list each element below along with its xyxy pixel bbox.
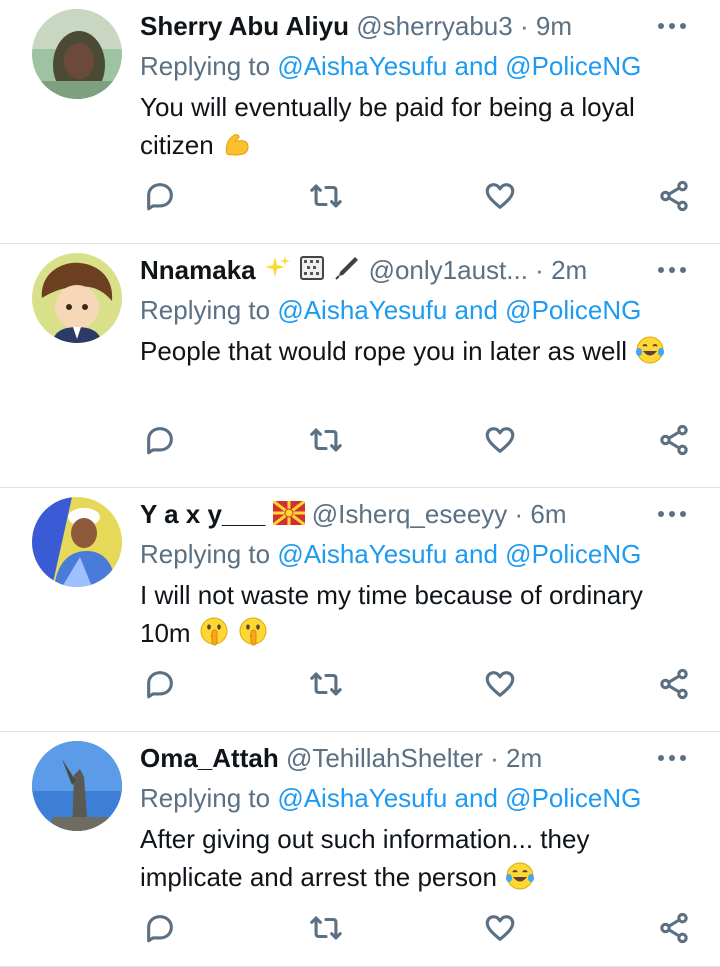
shushing-face-emoji-icon <box>200 617 228 646</box>
display-name[interactable]: Oma_Attah <box>140 743 279 773</box>
display-name[interactable]: Y a x y___ <box>140 499 265 529</box>
tweet-header: Y a x y___ @Isherq_eseeyy · 6m <box>140 496 630 532</box>
tweet[interactable]: Nnamaka @only1aust... · 2m Replying to @… <box>0 244 720 488</box>
mention-link[interactable]: @PoliceNG <box>505 51 641 81</box>
action-bar <box>140 176 692 216</box>
reply-feed: Sherry Abu Aliyu @sherryabu3 · 9m Replyi… <box>0 0 720 967</box>
like-heart-icon[interactable] <box>480 664 520 704</box>
mention-link[interactable]: @AishaYesufu <box>277 783 447 813</box>
tweet[interactable]: Sherry Abu Aliyu @sherryabu3 · 9m Replyi… <box>0 0 720 244</box>
tears-of-joy-emoji-icon <box>506 862 535 890</box>
mention-join[interactable]: and <box>455 295 498 325</box>
tweet-body: People that would rope you in later as w… <box>140 336 628 366</box>
user-handle[interactable]: @TehillahShelter <box>286 743 483 773</box>
tears-of-joy-emoji-icon <box>636 336 665 364</box>
separator-dot: · <box>514 499 524 529</box>
reply-icon[interactable] <box>140 664 180 704</box>
replying-label: Replying to <box>140 295 271 325</box>
replying-label: Replying to <box>140 539 271 569</box>
reply-icon[interactable] <box>140 908 180 948</box>
like-heart-icon[interactable] <box>480 176 520 216</box>
replying-label: Replying to <box>140 783 271 813</box>
avatar[interactable] <box>32 9 122 99</box>
more-options-icon[interactable] <box>656 742 688 774</box>
avatar[interactable] <box>32 497 122 587</box>
tweet-body: You will eventually be paid for being a … <box>140 92 635 160</box>
retweet-icon[interactable] <box>306 176 346 216</box>
pen-emoji-icon <box>333 254 361 288</box>
retweet-icon[interactable] <box>306 664 346 704</box>
user-handle[interactable]: @Isherq_eseeyy <box>312 499 508 529</box>
flexed-biceps-emoji-icon <box>225 134 249 156</box>
reply-icon[interactable] <box>140 420 180 460</box>
like-heart-icon[interactable] <box>480 908 520 948</box>
sparkles-emoji-icon <box>263 254 291 288</box>
action-bar <box>140 664 692 704</box>
tweet-header: Sherry Abu Aliyu @sherryabu3 · 9m <box>140 8 630 44</box>
mention-join[interactable]: and <box>455 539 498 569</box>
share-icon[interactable] <box>654 420 694 460</box>
timestamp[interactable]: 2m <box>551 255 587 285</box>
abacus-emoji-icon <box>298 254 326 288</box>
shushing-face-emoji-icon <box>239 617 267 646</box>
timestamp[interactable]: 6m <box>530 499 566 529</box>
tweet-header: Oma_Attah @TehillahShelter · 2m <box>140 740 630 776</box>
more-options-icon[interactable] <box>656 254 688 286</box>
timestamp[interactable]: 2m <box>506 743 542 773</box>
tweet[interactable]: Oma_Attah @TehillahShelter · 2m Replying… <box>0 732 720 967</box>
replying-to: Replying to @AishaYesufu and @PoliceNG <box>140 536 690 572</box>
mention-link[interactable]: @PoliceNG <box>505 295 641 325</box>
tweet-text: After giving out such information... the… <box>140 820 692 896</box>
avatar[interactable] <box>32 253 122 343</box>
mention-join[interactable]: and <box>455 783 498 813</box>
retweet-icon[interactable] <box>306 908 346 948</box>
share-icon[interactable] <box>654 908 694 948</box>
more-options-icon[interactable] <box>656 498 688 530</box>
display-name[interactable]: Nnamaka <box>140 255 256 285</box>
user-handle[interactable]: @sherryabu3 <box>356 11 512 41</box>
mention-link[interactable]: @AishaYesufu <box>277 539 447 569</box>
mention-join[interactable]: and <box>455 51 498 81</box>
timestamp[interactable]: 9m <box>536 11 572 41</box>
share-icon[interactable] <box>654 664 694 704</box>
mention-link[interactable]: @PoliceNG <box>505 539 641 569</box>
tweet-header: Nnamaka @only1aust... · 2m <box>140 252 630 288</box>
replying-to: Replying to @AishaYesufu and @PoliceNG <box>140 292 690 328</box>
replying-to: Replying to @AishaYesufu and @PoliceNG <box>140 780 690 816</box>
share-icon[interactable] <box>654 176 694 216</box>
more-options-icon[interactable] <box>656 10 688 42</box>
tweet-text: I will not waste my time because of ordi… <box>140 576 692 652</box>
mention-link[interactable]: @PoliceNG <box>505 783 641 813</box>
flag-north-macedonia-emoji-icon <box>271 498 306 532</box>
like-heart-icon[interactable] <box>480 420 520 460</box>
mention-link[interactable]: @AishaYesufu <box>277 295 447 325</box>
tweet[interactable]: Y a x y___ @Isherq_eseeyy · 6m Replying … <box>0 488 720 732</box>
tweet-text: People that would rope you in later as w… <box>140 332 692 370</box>
action-bar <box>140 420 692 460</box>
separator-dot: · <box>519 11 529 41</box>
separator-dot: · <box>535 255 544 285</box>
replying-label: Replying to <box>140 51 271 81</box>
replying-to: Replying to @AishaYesufu and @PoliceNG <box>140 48 690 84</box>
display-name[interactable]: Sherry Abu Aliyu <box>140 11 349 41</box>
action-bar <box>140 908 692 948</box>
reply-icon[interactable] <box>140 176 180 216</box>
user-handle[interactable]: @only1aust... <box>369 255 528 285</box>
separator-dot: · <box>490 743 499 773</box>
tweet-text: You will eventually be paid for being a … <box>140 88 692 164</box>
retweet-icon[interactable] <box>306 420 346 460</box>
avatar[interactable] <box>32 741 122 831</box>
mention-link[interactable]: @AishaYesufu <box>277 51 447 81</box>
